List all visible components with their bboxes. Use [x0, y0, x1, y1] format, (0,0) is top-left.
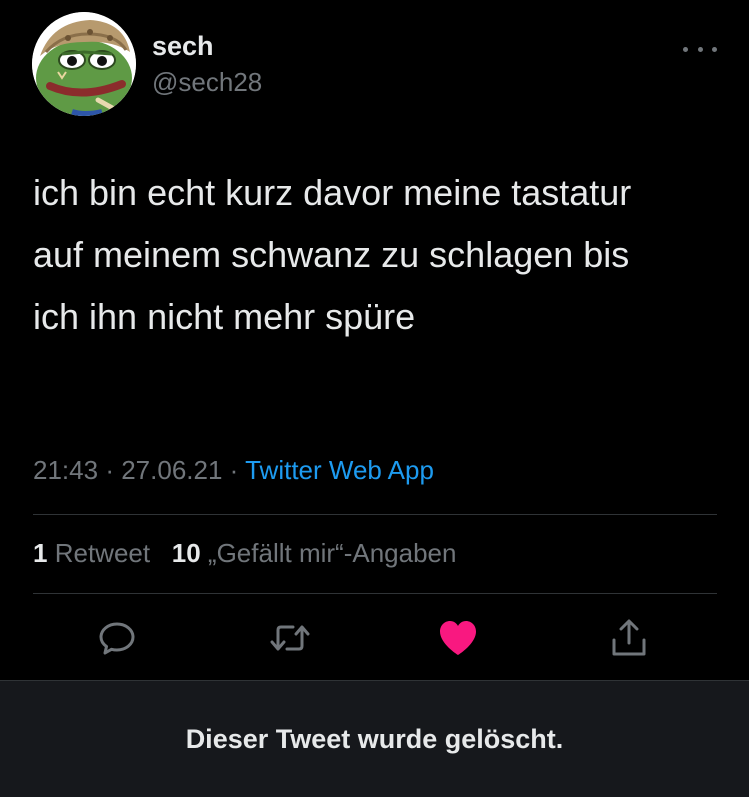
- reply-icon: [99, 622, 135, 655]
- dot-icon: [697, 46, 703, 52]
- meta-separator: ·: [105, 455, 114, 485]
- tweet-text: ich bin echt kurz davor meine tastatur a…: [33, 172, 632, 337]
- like-button[interactable]: [436, 616, 480, 660]
- pepe-frog-avatar-icon: [32, 12, 136, 116]
- tweet-time[interactable]: 21:43: [33, 455, 98, 485]
- share-button[interactable]: [607, 616, 651, 660]
- retweet-icon: [270, 625, 310, 651]
- tweet-date[interactable]: 27.06.21: [121, 455, 222, 485]
- retweet-label: Retweet: [54, 538, 151, 568]
- divider: [33, 514, 717, 515]
- more-options-icon[interactable]: [683, 44, 717, 54]
- avatar[interactable]: [32, 12, 136, 116]
- author-name[interactable]: sech: [152, 31, 214, 62]
- retweet-count: 1: [33, 538, 48, 568]
- like-count: 10: [171, 538, 201, 568]
- retweet-button[interactable]: [268, 616, 312, 660]
- tweet-source-link[interactable]: Twitter Web App: [245, 455, 434, 485]
- retweets-stat[interactable]: 1 Retweet: [33, 538, 150, 568]
- tweet-deleted-banner: Dieser Tweet wurde gelöscht.: [0, 680, 749, 797]
- like-label: „Gefällt mir“-Angaben: [207, 538, 457, 568]
- tweet-stats: 1 Retweet 10 „Gefällt mir“-Angaben: [33, 538, 456, 569]
- action-bar: [0, 616, 749, 660]
- dot-icon: [712, 46, 717, 52]
- dot-icon: [683, 46, 688, 52]
- likes-stat[interactable]: 10 „Gefällt mir“-Angaben: [172, 538, 457, 568]
- author-handle[interactable]: @sech28: [152, 67, 262, 98]
- tweet-detail-view: sech @sech28 ich bin echt kurz davor mei…: [0, 0, 749, 797]
- reply-button[interactable]: [95, 616, 139, 660]
- meta-separator: ·: [229, 455, 239, 485]
- divider: [33, 593, 717, 594]
- heart-icon: [440, 621, 476, 655]
- share-icon: [612, 619, 646, 656]
- tweet-meta: 21:43 · 27.06.21 · Twitter Web App: [33, 455, 434, 486]
